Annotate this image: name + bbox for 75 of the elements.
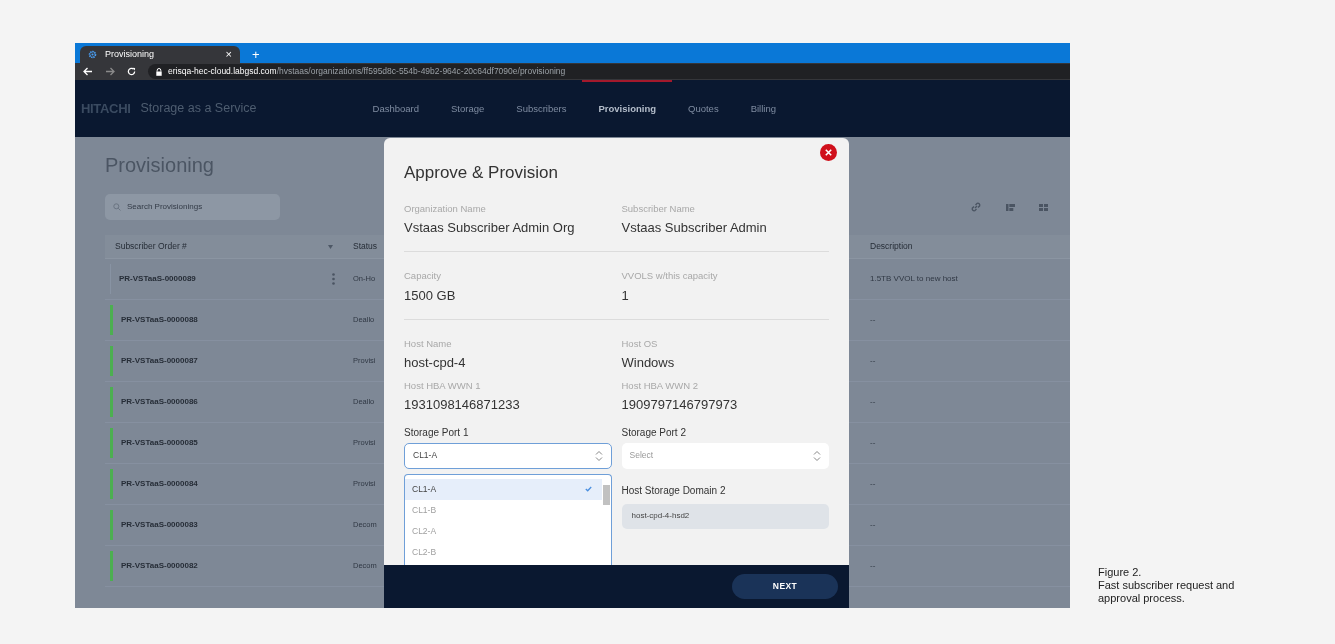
field-label: Capacity [404, 269, 442, 284]
order-number[interactable]: PR-VSTaaS-0000088 [121, 314, 198, 326]
next-button[interactable]: NEXT [732, 574, 838, 599]
reload-icon[interactable] [127, 67, 136, 76]
description-text: -- [869, 478, 877, 490]
nav-tab[interactable]: Billing [734, 80, 792, 137]
updown-chevron-icon [813, 449, 821, 462]
field-value: 1931098146871233 [404, 396, 521, 414]
order-number[interactable]: PR-VSTaaS-0000084 [121, 478, 198, 490]
description-text: -- [869, 396, 877, 408]
field-label: Host OS [621, 337, 659, 351]
address-bar[interactable]: erisqa-hec-cloud.labgsd.com/hvstaas/organizations/ff595d8c-554b-49b2-964c-20c64df7090e/provisioning [148, 64, 1070, 79]
sort-caret-icon[interactable] [328, 244, 333, 249]
field-label: Storage Port 2 [621, 425, 687, 440]
nav-tab[interactable]: Storage [435, 80, 501, 137]
lock-icon [156, 67, 162, 76]
column-header[interactable]: Subscriber Order # [115, 240, 187, 253]
nav-tab[interactable]: Subscribers [500, 80, 583, 137]
field-label: Host Name [404, 337, 453, 351]
field-value: 1500 GB [404, 286, 457, 305]
description-text: -- [869, 519, 877, 531]
link-icon[interactable] [970, 201, 982, 213]
order-number[interactable]: PR-VSTaaS-0000089 [119, 273, 196, 285]
grid-icon[interactable] [1039, 203, 1048, 211]
back-arrow-icon[interactable] [83, 67, 93, 76]
search-field[interactable]: Search Provisionings [105, 194, 280, 220]
field-label: Storage Port 1 [404, 425, 470, 440]
order-number[interactable]: PR-VSTaaS-0000083 [121, 519, 198, 531]
search-icon [113, 203, 121, 211]
product-name: Storage as a Service [140, 100, 257, 118]
figure-label: Figure 2. [1098, 566, 1143, 579]
gear-icon [88, 50, 97, 59]
field-value: Vstaas Subscriber Admin [621, 218, 768, 237]
description-text: -- [869, 355, 877, 367]
field-label: Host HBA WWN 2 [621, 378, 700, 393]
column-header[interactable]: Status [345, 240, 381, 253]
nav-tab[interactable]: Quotes [672, 80, 735, 137]
new-tab-button[interactable]: + [252, 48, 260, 61]
field-label: VVOLS w/this capacity [621, 269, 719, 284]
dropdown-option[interactable]: CL1-B [405, 499, 602, 521]
field-value: host-cpd-4 [404, 354, 467, 373]
field-value: Windows [621, 354, 676, 373]
storage-port-select[interactable]: Select [621, 442, 829, 469]
dropdown-option[interactable]: CL1-A [405, 478, 602, 500]
figure-caption: Fast subscriber request and approval process. [1098, 579, 1236, 605]
dialog-title: Approve & Provision [404, 162, 559, 184]
domain-field: host-cpd-4-hsd2 [621, 503, 829, 529]
field-label: Subscriber Name [621, 201, 696, 216]
kebab-menu-icon[interactable] [332, 273, 335, 285]
dropdown-option[interactable]: CL2-B [405, 541, 602, 563]
nav-tab[interactable]: Dashboard [356, 80, 435, 137]
order-number[interactable]: PR-VSTaaS-0000087 [121, 355, 198, 367]
order-number[interactable]: PR-VSTaaS-0000082 [121, 560, 198, 572]
field-value: 1909797146797973 [621, 396, 739, 414]
updown-chevron-icon [594, 449, 603, 462]
field-label: Organization Name [404, 201, 487, 216]
check-icon [584, 486, 592, 492]
browser-tab[interactable]: Provisioning × [80, 46, 240, 63]
description-text: 1.5TB VVOL to new host [869, 273, 959, 285]
columns-icon[interactable] [1006, 203, 1015, 211]
field-label: Host Storage Domain 2 [621, 483, 727, 498]
description-text: -- [869, 560, 877, 572]
field-value: Vstaas Subscriber Admin Org [404, 218, 576, 237]
column-header[interactable]: Description [860, 240, 1070, 253]
tab-close-button[interactable]: × [225, 46, 232, 63]
order-number[interactable]: PR-VSTaaS-0000086 [121, 396, 198, 408]
description-text: -- [869, 314, 877, 326]
storage-port-select[interactable]: CL1-A [404, 442, 612, 469]
dropdown-option[interactable]: CL2-A [405, 520, 602, 542]
forward-arrow-icon[interactable] [105, 67, 115, 76]
order-number[interactable]: PR-VSTaaS-0000085 [121, 437, 198, 449]
field-label: Host HBA WWN 1 [404, 378, 482, 393]
close-icon[interactable] [820, 144, 837, 161]
description-text: -- [869, 437, 877, 449]
field-value: 1 [621, 286, 630, 305]
